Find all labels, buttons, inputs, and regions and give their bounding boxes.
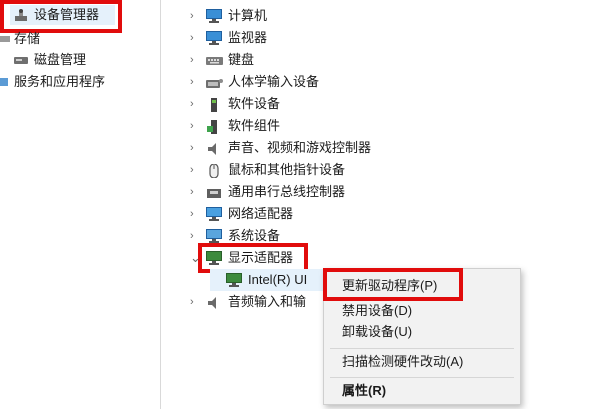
menu-item-scan-hardware[interactable]: 扫描检测硬件改动(A) xyxy=(342,351,463,373)
device-intel-display-adapter[interactable]: Intel(R) UI xyxy=(210,269,326,291)
software-device-icon xyxy=(206,97,223,112)
speaker-icon xyxy=(206,295,223,309)
device-category-label: 软件组件 xyxy=(228,118,281,133)
device-category-label: 计算机 xyxy=(228,8,268,23)
device-category-label: 声音、视频和游戏控制器 xyxy=(228,140,372,155)
hid-icon xyxy=(206,75,223,89)
chevron-right-icon[interactable]: › xyxy=(190,115,200,137)
system-device-icon xyxy=(206,229,223,243)
chevron-right-icon[interactable]: › xyxy=(190,291,200,313)
computer-icon xyxy=(206,9,223,23)
chevron-right-icon[interactable]: › xyxy=(190,93,200,115)
device-category-label: 通用串行总线控制器 xyxy=(228,184,346,199)
chevron-right-icon[interactable]: › xyxy=(190,159,200,181)
software-component-icon xyxy=(206,119,223,134)
chevron-right-icon[interactable]: › xyxy=(190,137,200,159)
device-category-label: 人体学输入设备 xyxy=(228,74,320,89)
device-category-label: 鼠标和其他指针设备 xyxy=(228,162,346,177)
menu-separator xyxy=(330,377,514,378)
menu-item-disable-device[interactable]: 禁用设备(D) xyxy=(342,300,412,322)
chevron-right-icon[interactable]: › xyxy=(190,49,200,71)
device-category-label: 键盘 xyxy=(228,52,255,67)
chevron-right-icon[interactable]: › xyxy=(190,27,200,49)
chevron-right-icon[interactable]: › xyxy=(190,5,200,27)
chevron-right-icon[interactable]: › xyxy=(190,71,200,93)
device-category-label: 监视器 xyxy=(228,30,268,45)
monitor-icon xyxy=(206,31,223,45)
usb-icon xyxy=(206,185,223,199)
device-category-label: 软件设备 xyxy=(228,96,281,111)
network-adapter-icon xyxy=(206,207,223,221)
menu-separator xyxy=(330,348,514,349)
chevron-right-icon[interactable]: › xyxy=(190,181,200,203)
menu-item-uninstall-device[interactable]: 卸载设备(U) xyxy=(342,321,412,343)
device-label: Intel(R) UI xyxy=(248,272,308,287)
display-adapter-icon xyxy=(226,273,243,287)
device-category-label: 网络适配器 xyxy=(228,206,294,221)
chevron-right-icon[interactable]: › xyxy=(190,203,200,225)
speaker-icon xyxy=(206,141,223,155)
device-category-label: 音频输入和输 xyxy=(228,294,307,309)
highlight-box-update-driver xyxy=(323,268,463,301)
menu-item-properties[interactable]: 属性(R) xyxy=(342,380,386,402)
mouse-icon xyxy=(206,163,223,179)
keyboard-icon xyxy=(206,53,223,67)
